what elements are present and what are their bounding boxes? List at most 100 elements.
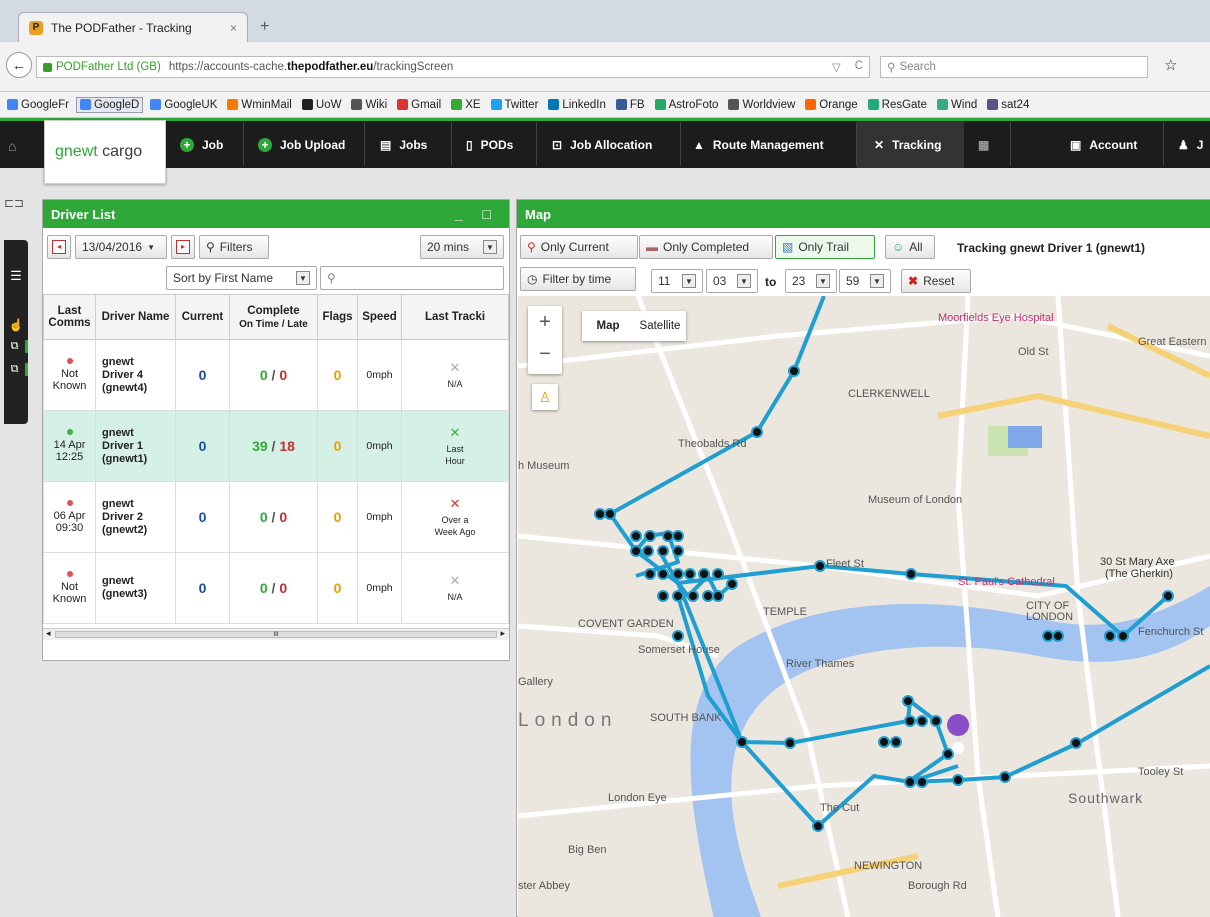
filter-by-time-button[interactable]: ◷ Filter by time: [520, 267, 636, 291]
bookmark-sat24[interactable]: sat24: [984, 98, 1032, 112]
driver-row[interactable]: Not Known gnewt (gnewt3) 0 0 / 0 0 0mph ✕ N/A: [43, 552, 509, 624]
truck-icon: ▬: [646, 240, 658, 254]
map-type-map-button[interactable]: Map: [582, 320, 634, 332]
window-icon[interactable]: ⧉: [4, 340, 28, 353]
col-last-comms[interactable]: Last Comms: [43, 294, 96, 340]
from-hour-select[interactable]: 11 ▼: [651, 269, 703, 293]
reset-button[interactable]: ✖ Reset: [901, 269, 971, 293]
nav-pods[interactable]: ▯ PODs: [466, 136, 513, 154]
bookmark-icon: [867, 99, 879, 110]
browser-tab[interactable]: P The PODFather - Tracking ×: [18, 12, 248, 42]
only-current-button[interactable]: ⚲ Only Current: [520, 235, 638, 259]
map-label: CLERKENWELL: [848, 388, 930, 400]
col-complete[interactable]: Complete On Time / Late: [229, 294, 318, 340]
bookmark-icon: [490, 99, 502, 110]
bookmark-icon: [654, 99, 666, 110]
interval-select[interactable]: 20 mins ▼: [420, 235, 504, 259]
reload-icon[interactable]: C: [855, 60, 863, 74]
nav-account[interactable]: ▣ Account: [1070, 136, 1137, 154]
plus-icon: +: [180, 138, 194, 152]
new-tab-button[interactable]: +: [260, 18, 269, 36]
lock-icon: [43, 62, 52, 72]
all-button[interactable]: ☺ All: [885, 235, 935, 259]
last-comms-cell: Not Known: [43, 552, 96, 624]
search-box[interactable]: ⚲ Search: [880, 56, 1148, 78]
bookmark-icon: [351, 99, 363, 110]
bookmark-wind[interactable]: Wind: [934, 98, 980, 112]
to-hour-select[interactable]: 23 ▼: [785, 269, 837, 293]
street-view-pegman-icon[interactable]: ♙: [532, 384, 558, 410]
zoom-in-button[interactable]: +: [528, 306, 562, 338]
window-icon-2[interactable]: ⧉: [4, 363, 28, 376]
nav-route-management[interactable]: ▲ Route Management: [693, 136, 824, 154]
grid-icon[interactable]: ▦: [978, 136, 989, 154]
speed-cell: 0mph: [357, 339, 402, 411]
dropdown-arrow-icon[interactable]: ▽: [832, 60, 841, 74]
col-last-tracking[interactable]: Last Tracki: [401, 294, 509, 340]
map-canvas[interactable]: Moorfields Eye Hospital CLERKENWELL Museum…: [518, 296, 1210, 917]
tab-close-icon[interactable]: ×: [230, 21, 237, 35]
window-controls[interactable]: _ □: [455, 206, 499, 222]
nav-jobs[interactable]: ▤ Jobs: [380, 136, 427, 154]
home-icon[interactable]: ⌂: [8, 138, 16, 154]
prev-date-button[interactable]: ◂: [47, 235, 71, 259]
last-tracking-cell: ✕ Over a Week Ago: [401, 481, 509, 553]
from-minute-select[interactable]: 03 ▼: [706, 269, 758, 293]
nav-user[interactable]: ♟ J: [1178, 136, 1203, 154]
next-date-button[interactable]: ▸: [171, 235, 195, 259]
bookmark-fb[interactable]: FB: [613, 98, 648, 112]
col-speed[interactable]: Speed: [357, 294, 402, 340]
last-tracking-cell: ✕ N/A: [401, 552, 509, 624]
sort-select[interactable]: Sort by First Name ▼: [166, 266, 317, 290]
bookmark-linkedin[interactable]: LinkedIn: [545, 98, 608, 112]
touch-icon[interactable]: ☝: [4, 318, 28, 332]
bookmark-orange[interactable]: Orange: [802, 98, 860, 112]
only-completed-button[interactable]: ▬ Only Completed: [639, 235, 773, 259]
zoom-out-button[interactable]: −: [528, 338, 562, 370]
tracking-title: Tracking gnewt Driver 1 (gnewt1): [957, 241, 1146, 255]
gnewt-cargo-logo[interactable]: gnewt cargo: [44, 120, 166, 184]
nav-job[interactable]: + Job: [180, 136, 223, 154]
bookmark-xe[interactable]: XE: [448, 98, 483, 112]
bookmark-googleuk[interactable]: GoogleUK: [147, 98, 220, 112]
map-type-satellite-button[interactable]: Satellite: [634, 320, 686, 332]
bookmark-worldview[interactable]: Worldview: [725, 98, 798, 112]
address-bar[interactable]: PODFather Ltd (GB) https://accounts-cach…: [36, 56, 870, 78]
bookmark-gmail[interactable]: Gmail: [394, 98, 444, 112]
list-icon[interactable]: ☰: [4, 268, 28, 284]
driver-name-cell: gnewt (gnewt3): [95, 552, 176, 624]
bookmark-wiki[interactable]: Wiki: [348, 98, 390, 112]
bookmark-googlefr[interactable]: GoogleFr: [4, 98, 72, 112]
collapse-icon[interactable]: ⊏⊐: [4, 196, 24, 210]
driver-search-input[interactable]: ⚲: [320, 266, 504, 290]
driver-row[interactable]: Not Known gnewt Driver 4 (gnewt4) 0 0 / 0 0 0mph…: [43, 339, 509, 411]
driver-row[interactable]: 06 Apr 09:30 gnewt Driver 2 (gnewt2) 0 0 / 000…: [43, 481, 509, 553]
col-current[interactable]: Current: [175, 294, 230, 340]
search-icon: ⚲: [206, 240, 215, 254]
driver-name-cell: gnewt Driver 4 (gnewt4): [95, 339, 176, 411]
speed-cell: 0mph: [357, 552, 402, 624]
nav-job-allocation[interactable]: ⊡ Job Allocation: [552, 136, 652, 154]
filters-button[interactable]: ⚲ Filters: [199, 235, 269, 259]
date-picker[interactable]: 13/04/2016 ▼: [75, 235, 167, 259]
map-label: Old St: [1018, 346, 1049, 358]
bookmark-googled[interactable]: GoogleD: [75, 96, 144, 113]
current-cell: 0: [175, 410, 230, 482]
bookmark-wminmail[interactable]: WminMail: [224, 98, 294, 112]
col-driver-name[interactable]: Driver Name: [95, 294, 176, 340]
bookmark-twitter[interactable]: Twitter: [488, 98, 542, 112]
only-trail-button[interactable]: ▧ Only Trail: [775, 235, 875, 259]
col-flags[interactable]: Flags: [317, 294, 358, 340]
back-button[interactable]: ←: [6, 52, 32, 78]
nav-job-upload[interactable]: + Job Upload: [258, 136, 345, 154]
scrollbar-thumb[interactable]: III: [55, 631, 497, 638]
bookmark-astrofoto[interactable]: AstroFoto: [652, 98, 722, 112]
bookmark-star-icon[interactable]: ☆: [1164, 56, 1177, 74]
bookmark-resgate[interactable]: ResGate: [865, 98, 930, 112]
map-label: NEWINGTON: [854, 860, 923, 872]
bookmark-uow[interactable]: UoW: [299, 98, 345, 112]
driver-row[interactable]: 14 Apr 12:25 gnewt Driver 1 (gnewt1) 0 39 / 18…: [43, 410, 509, 482]
map-label: TEMPLE: [763, 606, 808, 618]
nav-tracking[interactable]: ✕ Tracking: [874, 136, 941, 154]
to-minute-select[interactable]: 59 ▼: [839, 269, 891, 293]
